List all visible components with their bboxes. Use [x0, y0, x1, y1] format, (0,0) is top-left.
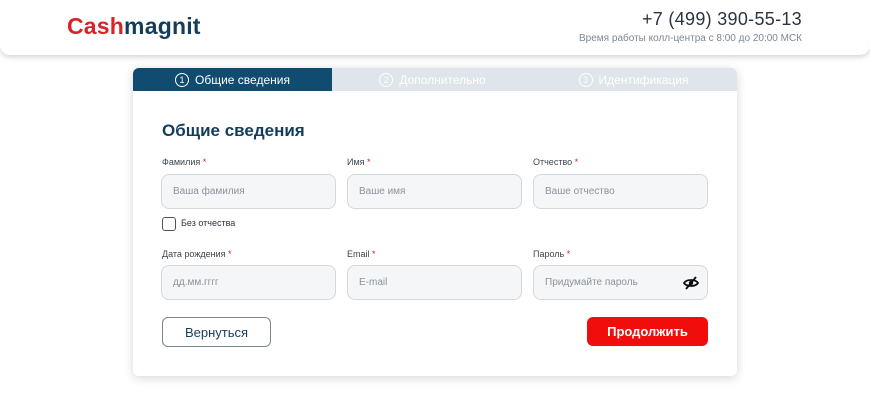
birthdate-placeholder: дд.мм.гггг — [173, 277, 219, 288]
step-1-number-icon: 1 — [175, 72, 190, 87]
required-mark: * — [202, 157, 207, 167]
tab-label: Идентификация — [598, 72, 689, 87]
step-2-number-icon: 2 — [379, 72, 394, 87]
required-mark: * — [367, 157, 371, 167]
password-placeholder: Придумайте пароль — [545, 277, 638, 288]
lastname-label-text: Фамилия — [162, 157, 201, 167]
eye-slash-icon[interactable] — [683, 276, 699, 290]
call-center-hours: Время работы колл-центра с 8:00 до 20:00… — [579, 33, 802, 44]
password-label: Пароль * — [533, 249, 570, 259]
email-label: Email * — [347, 249, 376, 259]
step-3-number-icon: 3 — [578, 72, 593, 87]
patronymic-label: Отчество * — [533, 157, 578, 167]
back-button[interactable]: Вернуться — [162, 317, 271, 347]
tab-label: Общие сведения — [195, 72, 290, 87]
email-label-text: Email — [347, 249, 370, 259]
firstname-input[interactable]: Ваше имя — [347, 174, 522, 209]
logo-part-cash: Cash — [67, 13, 125, 39]
lastname-label: Фамилия * — [162, 157, 206, 167]
form-title: Общие сведения — [162, 121, 305, 140]
required-mark: * — [372, 249, 376, 259]
step-tabs: 1 Общие сведения 2 Дополнительно 3 Идент… — [133, 68, 737, 91]
firstname-label-text: Имя — [347, 157, 365, 167]
logo[interactable]: Cashmagnit — [67, 13, 201, 40]
no-patronymic-checkbox[interactable] — [162, 217, 176, 231]
birthdate-input[interactable]: дд.мм.гггг — [161, 265, 336, 300]
site-header: Cashmagnit +7 (499) 390-55-13 Время рабо… — [0, 0, 870, 55]
tab-general-info[interactable]: 1 Общие сведения — [133, 68, 332, 91]
email-input[interactable]: E-mail — [347, 265, 522, 300]
email-placeholder: E-mail — [359, 277, 388, 288]
tab-additional[interactable]: 2 Дополнительно — [332, 68, 533, 91]
password-label-text: Пароль — [533, 249, 565, 259]
tab-identification[interactable]: 3 Идентификация — [533, 68, 734, 91]
lastname-placeholder: Ваша фамилия — [173, 186, 245, 197]
patronymic-label-text: Отчество — [533, 157, 573, 167]
lastname-input[interactable]: Ваша фамилия — [161, 174, 336, 209]
birthdate-label: Дата рождения * — [162, 249, 232, 259]
no-patronymic-label[interactable]: Без отчества — [181, 218, 235, 228]
tab-label: Дополнительно — [399, 72, 486, 87]
required-mark: * — [228, 249, 232, 259]
logo-part-magnit: magnit — [124, 13, 201, 39]
patronymic-placeholder: Ваше отчество — [545, 186, 615, 197]
phone-number[interactable]: +7 (499) 390-55-13 — [642, 9, 802, 30]
firstname-placeholder: Ваше имя — [359, 186, 406, 197]
password-input[interactable]: Придумайте пароль — [533, 265, 708, 300]
birthdate-label-text: Дата рождения — [162, 249, 226, 259]
firstname-label: Имя * — [347, 157, 371, 167]
required-mark: * — [574, 157, 579, 167]
required-mark: * — [566, 249, 571, 259]
patronymic-input[interactable]: Ваше отчество — [533, 174, 708, 209]
continue-button[interactable]: Продолжить — [587, 317, 708, 346]
registration-card: 1 Общие сведения 2 Дополнительно 3 Идент… — [133, 68, 737, 376]
